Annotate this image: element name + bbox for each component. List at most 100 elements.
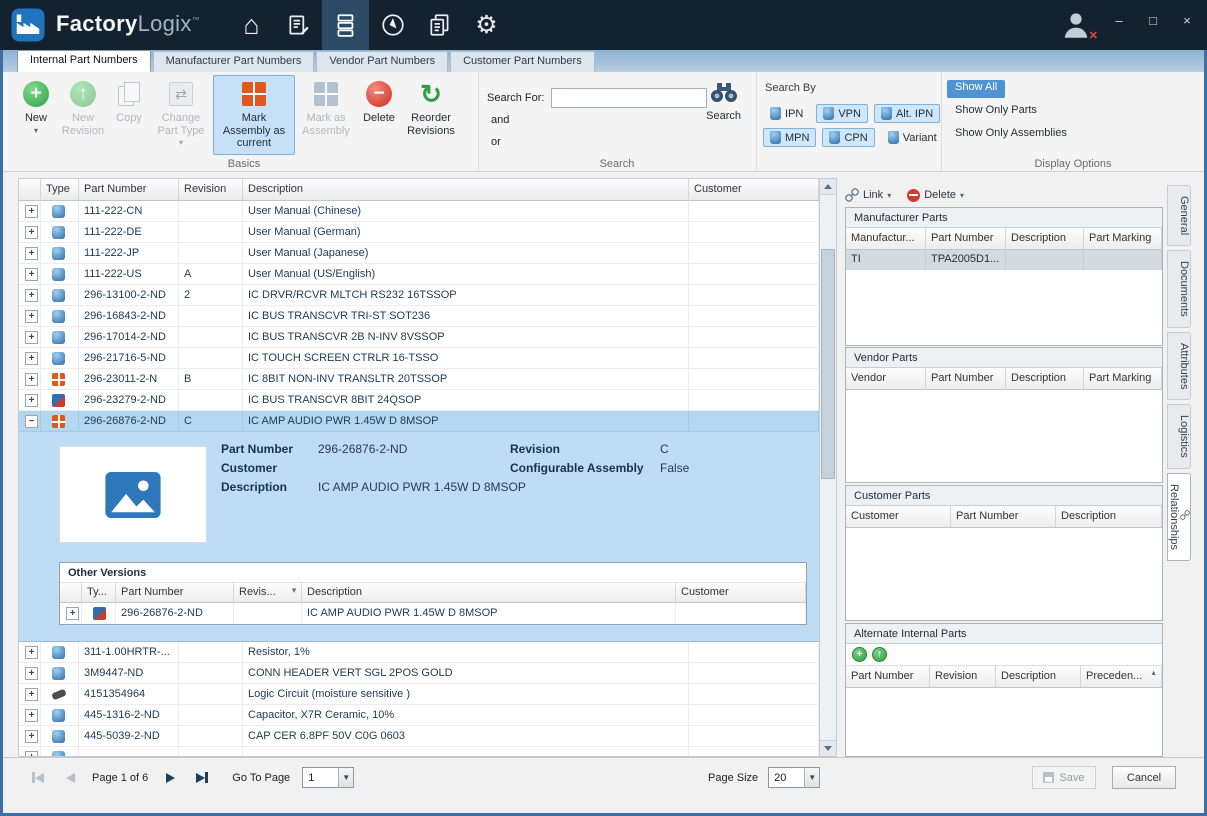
row-expander-icon[interactable]: [25, 667, 38, 680]
column-header[interactable]: Part Marking: [1084, 228, 1162, 250]
description-column-header[interactable]: Description: [243, 179, 689, 201]
ov-part-number-header[interactable]: Part Number: [116, 583, 234, 603]
tab-general[interactable]: General: [1167, 185, 1191, 247]
row-expander-icon[interactable]: [25, 394, 38, 407]
scroll-down-icon[interactable]: [820, 740, 836, 756]
column-header[interactable]: Customer: [846, 506, 951, 528]
row-expander-icon[interactable]: [25, 730, 38, 743]
other-version-row[interactable]: 296-26876-2-ND IC AMP AUDIO PWR 1.45W D …: [60, 603, 806, 624]
row-expander-icon[interactable]: [25, 268, 38, 281]
column-header[interactable]: Part Number: [846, 666, 930, 688]
last-page-icon[interactable]: [192, 769, 212, 787]
customer-column-header[interactable]: Customer: [689, 179, 819, 201]
part-row-selected[interactable]: 296-26876-2-ND C IC AMP AUDIO PWR 1.45W …: [19, 411, 819, 432]
column-header[interactable]: Vendor: [846, 368, 926, 390]
previous-page-icon[interactable]: [60, 769, 80, 787]
cancel-button[interactable]: Cancel: [1112, 766, 1176, 789]
tab-vendor-part-numbers[interactable]: Vendor Part Numbers: [316, 51, 449, 72]
part-row[interactable]: 296-13100-2-ND 2 IC DRVR/RCVR MLTCH RS23…: [19, 285, 819, 306]
row-expander-icon[interactable]: [25, 709, 38, 722]
show-all-option[interactable]: Show All: [947, 80, 1006, 98]
documents-icon[interactable]: [416, 0, 463, 50]
tab-logistics[interactable]: Logistics: [1167, 404, 1191, 470]
column-header[interactable]: Description: [1006, 228, 1084, 250]
expander-column-header[interactable]: [19, 179, 41, 201]
scroll-up-icon[interactable]: [820, 179, 836, 195]
row-expander-icon[interactable]: [25, 331, 38, 344]
row-expander-icon[interactable]: [25, 205, 38, 218]
save-button[interactable]: Save: [1032, 766, 1096, 789]
ov-revision-header[interactable]: Revis... ▼: [234, 583, 302, 603]
filter-caret-icon[interactable]: ▼: [290, 586, 298, 595]
ov-description-header[interactable]: Description: [302, 583, 676, 603]
home-icon[interactable]: ⌂: [228, 0, 275, 50]
search-by-toggle[interactable]: Variant: [881, 128, 944, 147]
part-row[interactable]: 111-222-DE User Manual (German): [19, 222, 819, 243]
row-expander-icon[interactable]: [25, 373, 38, 386]
row-expander-icon[interactable]: [25, 352, 38, 365]
part-row[interactable]: 445-5039-2-ND CAP CER 6.8PF 50V C0G 0603: [19, 726, 819, 747]
part-numbers-icon[interactable]: [322, 0, 369, 50]
new-button[interactable]: + New ▾: [15, 75, 57, 155]
column-header[interactable]: Part Number: [926, 228, 1006, 250]
search-by-toggle[interactable]: VPN: [816, 104, 868, 123]
search-by-toggle[interactable]: MPN: [763, 128, 817, 147]
part-row[interactable]: 3M9447-ND CONN HEADER VERT SGL 2POS GOLD: [19, 663, 819, 684]
part-row[interactable]: 296-17014-2-ND IC BUS TRANSCVR 2B N-INV …: [19, 327, 819, 348]
column-header[interactable]: Part Marking: [1084, 368, 1162, 390]
tab-relationships[interactable]: Relationships: [1167, 473, 1191, 562]
minimize-button[interactable]: –: [1111, 13, 1127, 28]
part-image-placeholder[interactable]: [59, 446, 207, 543]
link-button[interactable]: Link ▾: [845, 188, 891, 202]
reorder-revisions-button[interactable]: ↻ Reorder Revisions: [401, 75, 461, 155]
tab-attributes[interactable]: Attributes: [1167, 331, 1191, 401]
copy-button[interactable]: Copy: [109, 75, 149, 155]
part-row[interactable]: 296-23279-2-ND IC BUS TRANSCVR 8BIT 24QS…: [19, 390, 819, 411]
part-row[interactable]: 445-1316-2-ND Capacitor, X7R Ceramic, 10…: [19, 705, 819, 726]
show-only-assemblies-option[interactable]: Show Only Assemblies: [947, 126, 1075, 144]
row-expander-icon[interactable]: [25, 289, 38, 302]
search-by-toggle[interactable]: CPN: [822, 128, 875, 147]
part-number-column-header[interactable]: Part Number: [79, 179, 179, 201]
tab-documents[interactable]: Documents: [1167, 250, 1191, 328]
part-row[interactable]: 296-21716-5-ND IC TOUCH SCREEN CTRLR 16-…: [19, 348, 819, 369]
user-account-icon[interactable]: ✕: [1061, 10, 1098, 42]
goto-page-select[interactable]: 1 ▼: [302, 767, 355, 788]
tab-manufacturer-part-numbers[interactable]: Manufacturer Part Numbers: [152, 51, 315, 72]
search-input[interactable]: [551, 88, 707, 108]
part-row[interactable]: 111-222-CN User Manual (Chinese): [19, 201, 819, 222]
ov-type-header[interactable]: Ty...: [82, 583, 116, 603]
column-header[interactable]: Description: [996, 666, 1081, 688]
navigator-icon[interactable]: [369, 0, 416, 50]
column-header-sorted[interactable]: Preceden... ▲: [1081, 666, 1162, 688]
show-only-parts-option[interactable]: Show Only Parts: [947, 103, 1045, 121]
mark-assembly-as-current-button[interactable]: Mark Assembly as current: [213, 75, 295, 155]
row-expander-icon[interactable]: [25, 646, 38, 659]
change-part-type-button[interactable]: ⇄ Change Part Type ▾: [149, 75, 213, 155]
maximize-button[interactable]: □: [1145, 13, 1161, 28]
row-expander-icon[interactable]: [66, 607, 79, 620]
next-page-icon[interactable]: [160, 769, 180, 787]
row-expander-icon[interactable]: [25, 226, 38, 239]
column-header[interactable]: Manufactur...: [846, 228, 926, 250]
part-row[interactable]: 111-222-JP User Manual (Japanese): [19, 243, 819, 264]
row-expander-icon[interactable]: [25, 688, 38, 701]
close-button[interactable]: ×: [1179, 13, 1195, 28]
add-alternate-part-icon[interactable]: +: [852, 647, 867, 662]
part-row[interactable]: 296-23011-2-N B IC 8BIT NON-INV TRANSLTR…: [19, 369, 819, 390]
row-collapse-icon[interactable]: [25, 415, 38, 428]
part-row[interactable]: 4151354964 Logic Circuit (moisture sensi…: [19, 684, 819, 705]
part-row[interactable]: 311-1.00HRTR-... Resistor, 1%: [19, 642, 819, 663]
page-size-select[interactable]: 20 ▼: [768, 767, 821, 788]
first-page-icon[interactable]: [28, 769, 48, 787]
column-header[interactable]: Part Number: [951, 506, 1056, 528]
scrollbar-thumb[interactable]: [821, 249, 835, 479]
new-revision-button[interactable]: ↑ New Revision: [57, 75, 109, 155]
type-column-header[interactable]: Type: [41, 179, 79, 201]
tab-customer-part-numbers[interactable]: Customer Part Numbers: [450, 51, 595, 72]
settings-gear-icon[interactable]: ⚙: [463, 0, 510, 50]
column-header[interactable]: Part Number: [926, 368, 1006, 390]
part-row[interactable]: [19, 747, 819, 756]
ov-customer-header[interactable]: Customer: [676, 583, 806, 603]
ov-expander-header[interactable]: [60, 583, 82, 603]
